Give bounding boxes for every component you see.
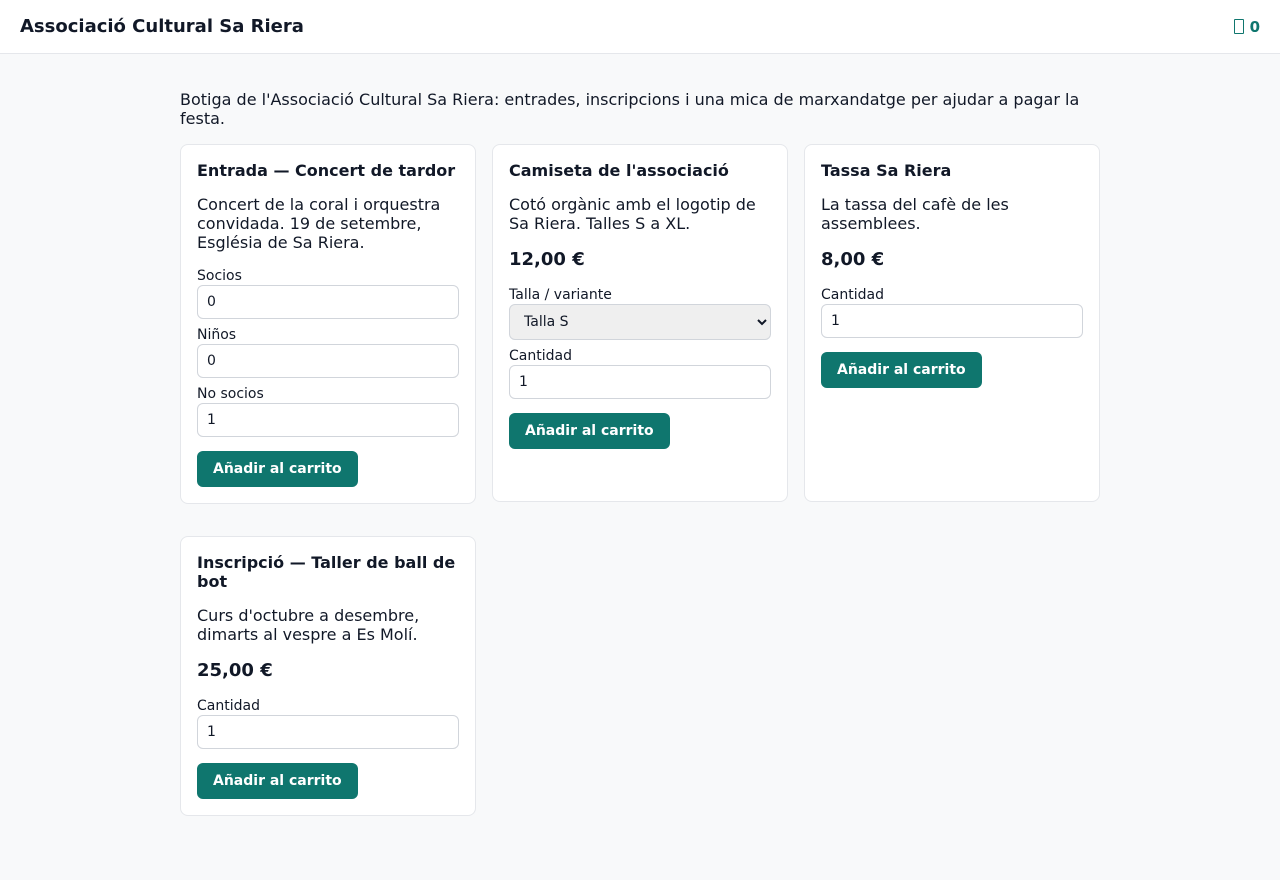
quantity-input[interactable] (509, 365, 771, 399)
product-description: Cotó orgànic amb el logotip de Sa Riera.… (509, 195, 756, 233)
product-card-workshop: Inscripció — Taller de ball de bot Curs … (180, 536, 476, 816)
ticket-field-ninos: Niños (197, 327, 459, 378)
field-label: Cantidad (197, 698, 260, 714)
field-label: Talla / variante (509, 287, 612, 303)
main-content: Botiga de l'Associació Cultural Sa Riera… (180, 54, 1100, 816)
product-price: 25,00 € (197, 660, 273, 681)
product-title: Entrada — Concert de tardor (197, 161, 456, 180)
cart-count: 0 (1249, 17, 1260, 36)
field-label: Socios (197, 268, 242, 284)
product-title: Camiseta de l'associació (509, 161, 729, 180)
no-socios-quantity-input[interactable] (197, 403, 459, 437)
field-label: Cantidad (821, 287, 884, 303)
product-price: 8,00 € (821, 249, 885, 270)
field-label: Cantidad (509, 348, 572, 364)
field-label: No socios (197, 386, 264, 402)
product-title: Inscripció — Taller de ball de bot (197, 553, 456, 591)
shop-intro: Botiga de l'Associació Cultural Sa Riera… (180, 90, 1080, 128)
site-title: Associació Cultural Sa Riera (20, 16, 304, 37)
product-description: Concert de la coral i orquestra convidad… (197, 195, 441, 252)
socios-quantity-input[interactable] (197, 285, 459, 319)
product-grid: Entrada — Concert de tardor Concert de l… (180, 144, 1100, 816)
product-card-tshirt: Camiseta de l'associació Cotó orgànic am… (492, 144, 788, 502)
quantity-field: Cantidad (509, 348, 771, 399)
quantity-input[interactable] (197, 715, 459, 749)
quantity-field: Cantidad (821, 287, 1083, 338)
add-to-cart-button[interactable]: Añadir al carrito (197, 451, 358, 487)
add-to-cart-button[interactable]: Añadir al carrito (509, 413, 670, 449)
variant-field: Talla / variante Talla S (509, 287, 771, 340)
shopping-cart-icon (1233, 19, 1244, 34)
field-label: Niños (197, 327, 237, 343)
ticket-field-no-socios: No socios (197, 386, 459, 437)
quantity-input[interactable] (821, 304, 1083, 338)
product-title: Tassa Sa Riera (821, 161, 952, 180)
product-description: La tassa del cafè de les assemblees. (821, 195, 1009, 233)
product-card-concert: Entrada — Concert de tardor Concert de l… (180, 144, 476, 504)
cart-button[interactable]: 0 (1233, 17, 1260, 36)
quantity-field: Cantidad (197, 698, 459, 749)
product-description: Curs d'octubre a desembre, dimarts al ve… (197, 606, 420, 644)
product-price: 12,00 € (509, 249, 585, 270)
product-card-mug: Tassa Sa Riera La tassa del cafè de les … (804, 144, 1100, 502)
site-header: Associació Cultural Sa Riera 0 (0, 0, 1280, 54)
ninos-quantity-input[interactable] (197, 344, 459, 378)
variant-select[interactable]: Talla S (509, 304, 771, 340)
add-to-cart-button[interactable]: Añadir al carrito (197, 763, 358, 799)
ticket-field-socios: Socios (197, 268, 459, 319)
add-to-cart-button[interactable]: Añadir al carrito (821, 352, 982, 388)
